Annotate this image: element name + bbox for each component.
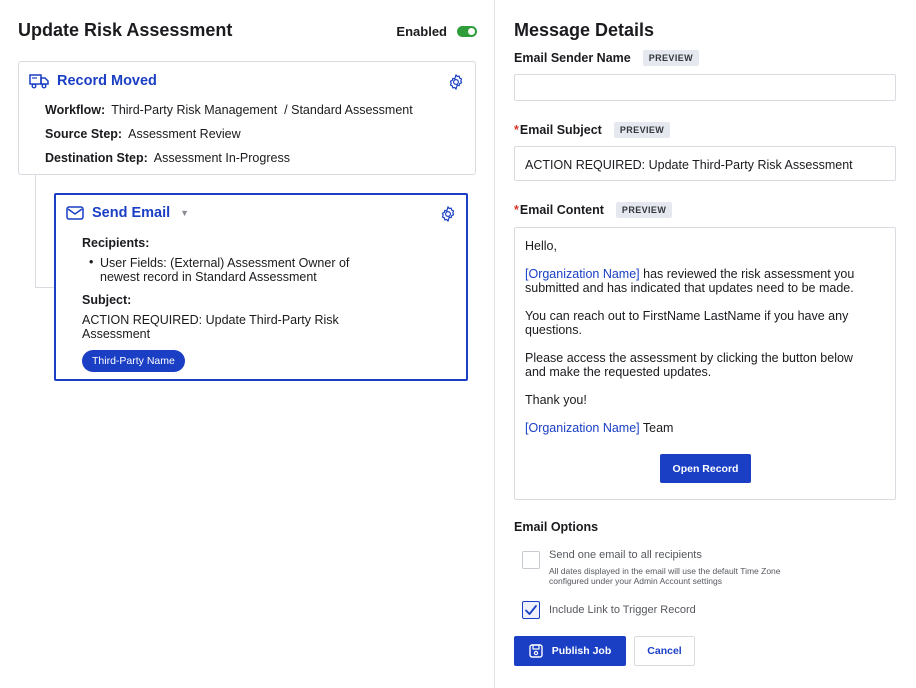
gear-icon[interactable] — [439, 205, 457, 223]
workflow-value: Third-Party Risk Management / Standard A… — [111, 103, 413, 117]
team-line: [Organization Name] Team — [525, 421, 885, 435]
gear-icon[interactable] — [447, 73, 465, 91]
message-details-title: Message Details — [514, 20, 655, 40]
required-marker: * — [514, 203, 519, 217]
send-one-email-help: All dates displayed in the email will us… — [549, 566, 819, 586]
trigger-card-title: Record Moved — [57, 73, 157, 89]
team-text: Team — [639, 421, 674, 435]
recipients-label: Recipients: — [82, 236, 150, 250]
paragraph-3-line-1: Please access the assessment by clicking… — [525, 351, 853, 365]
include-link-label: Include Link to Trigger Record — [549, 604, 696, 616]
subject-line-1: ACTION REQUIRED: Update Third-Party Risk — [82, 313, 339, 327]
enabled-label: Enabled — [396, 24, 447, 39]
job-editor-panel: Update Risk Assessment Enabled Record Mo… — [0, 0, 494, 688]
chevron-down-icon[interactable]: ▼ — [180, 208, 189, 218]
envelope-icon — [66, 206, 84, 220]
truck-icon — [29, 74, 49, 89]
email-content-label: * Email Content PREVIEW — [514, 202, 673, 218]
organization-name-token[interactable]: [Organization Name] — [525, 267, 640, 281]
flow-connector — [35, 175, 36, 287]
email-subject-input[interactable]: ACTION REQUIRED: Update Third-Party Risk… — [514, 146, 896, 181]
destination-step-label: Destination Step: — [45, 151, 148, 165]
send-email-card-header: Send Email ▼ — [66, 205, 189, 221]
workflow-field: Workflow: Third-Party Risk Management / S… — [45, 103, 413, 117]
publish-job-label: Publish Job — [551, 645, 612, 657]
sender-name-input[interactable] — [514, 74, 896, 101]
destination-step-field: Destination Step: Assessment In-Progress — [45, 151, 290, 165]
enabled-control: Enabled — [396, 24, 477, 39]
email-options-title: Email Options — [514, 520, 599, 534]
preview-badge[interactable]: PREVIEW — [642, 50, 700, 66]
source-step-field: Source Step: Assessment Review — [45, 127, 241, 141]
trigger-card-header: Record Moved — [29, 73, 157, 89]
recipient-line-2: newest record in Standard Assessment — [100, 270, 317, 284]
workflow-label: Workflow: — [45, 103, 106, 117]
paragraph-2-line-1: You can reach out to FirstName LastName … — [525, 309, 849, 323]
sender-name-label: Email Sender Name PREVIEW — [514, 50, 700, 66]
thanks-line: Thank you! — [525, 393, 587, 407]
email-subject-label-text: Email Subject — [519, 123, 602, 137]
open-record-button[interactable]: Open Record — [660, 454, 751, 483]
send-one-email-checkbox[interactable] — [522, 551, 540, 569]
bullet: • — [89, 255, 94, 269]
preview-badge[interactable]: PREVIEW — [615, 202, 673, 218]
third-party-name-tag[interactable]: Third-Party Name — [82, 350, 185, 372]
organization-name-token[interactable]: [Organization Name] — [525, 421, 640, 435]
email-content-label-text: Email Content — [519, 203, 604, 217]
include-link-checkbox[interactable] — [522, 601, 540, 619]
greeting-line: Hello, — [525, 239, 557, 253]
subject-line-2: Assessment — [82, 327, 151, 341]
trigger-card[interactable]: Record Moved Workflow: Third-Party Risk M… — [18, 61, 476, 175]
send-one-email-help-line-2: configured under your Admin Account sett… — [549, 576, 722, 586]
publish-job-button[interactable]: Publish Job — [514, 636, 626, 666]
source-step-label: Source Step: — [45, 127, 123, 141]
email-content-editor[interactable]: Hello, [Organization Name] has reviewed … — [514, 227, 896, 500]
email-subject-value: ACTION REQUIRED: Update Third-Party Risk… — [525, 158, 853, 172]
paragraph-1-line-2: submitted and has indicated that updates… — [525, 281, 854, 295]
paragraph-1-text: has reviewed the risk assessment you — [639, 267, 855, 281]
page-title: Update Risk Assessment — [18, 20, 233, 40]
subject-label: Subject: — [82, 293, 132, 307]
required-marker: * — [514, 123, 519, 137]
recipient-line-1: User Fields: (External) Assessment Owner… — [100, 256, 350, 270]
flow-connector-branch — [35, 287, 54, 288]
paragraph-3-line-2: and make the requested updates. — [525, 365, 712, 379]
enabled-toggle[interactable] — [457, 26, 477, 37]
sender-name-label-text: Email Sender Name — [514, 51, 631, 65]
paragraph-1-line-1: [Organization Name] has reviewed the ris… — [525, 267, 885, 281]
preview-badge[interactable]: PREVIEW — [613, 122, 671, 138]
cancel-button[interactable]: Cancel — [634, 636, 695, 666]
send-email-card-title: Send Email — [92, 205, 171, 221]
send-one-email-help-line-1: All dates displayed in the email will us… — [549, 566, 781, 576]
send-one-email-label: Send one email to all recipients — [549, 549, 702, 561]
save-icon — [529, 644, 543, 658]
email-subject-label: * Email Subject PREVIEW — [514, 122, 671, 138]
send-email-card[interactable]: Send Email ▼ Recipients: • User Fields: … — [54, 193, 468, 381]
source-step-value: Assessment Review — [128, 127, 241, 141]
message-details-panel: Message Details Email Sender Name PREVIE… — [495, 0, 916, 688]
destination-step-value: Assessment In-Progress — [153, 151, 290, 165]
checkmark-icon — [525, 605, 537, 615]
paragraph-2-line-2: questions. — [525, 323, 582, 337]
